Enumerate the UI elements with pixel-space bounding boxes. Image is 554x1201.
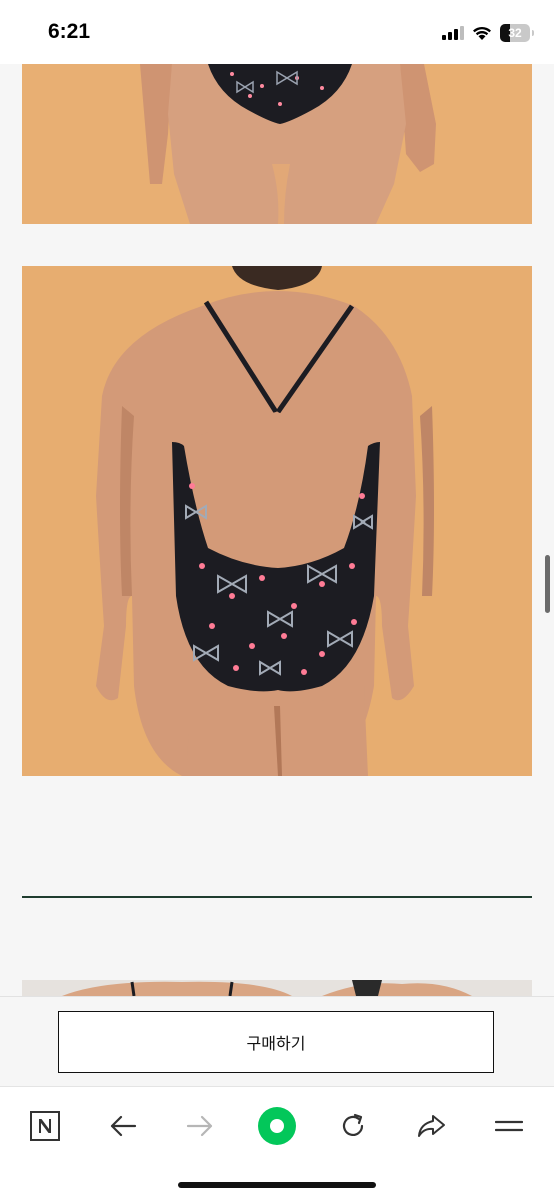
battery-cap — [532, 30, 534, 36]
reload-button[interactable] — [330, 1103, 376, 1149]
forward-button[interactable] — [177, 1103, 223, 1149]
status-icons: 32 — [442, 22, 534, 44]
menu-icon — [495, 1120, 523, 1132]
status-time: 6:21 — [48, 20, 91, 43]
share-button[interactable] — [408, 1103, 454, 1149]
back-arrow-icon — [110, 1115, 137, 1137]
back-button[interactable] — [100, 1103, 146, 1149]
product-photo-back — [22, 266, 532, 776]
menu-button[interactable] — [486, 1103, 532, 1149]
wifi-icon — [473, 26, 491, 40]
battery-icon: 32 — [500, 24, 534, 42]
product-detail-content[interactable] — [0, 64, 554, 996]
forward-arrow-icon — [186, 1115, 213, 1137]
product-photo-next — [22, 980, 532, 996]
naver-home-icon — [30, 1111, 60, 1141]
reload-icon — [342, 1113, 364, 1137]
section-divider — [22, 896, 532, 898]
battery-level: 32 — [508, 26, 522, 40]
purchase-bar: 구매하기 — [0, 996, 554, 1087]
product-photo-front-crop — [22, 64, 532, 224]
scrollbar-thumb[interactable] — [545, 555, 550, 613]
home-indicator[interactable] — [178, 1182, 376, 1188]
green-dot-button[interactable] — [254, 1103, 300, 1149]
status-bar: 6:21 32 — [0, 0, 554, 64]
purchase-button[interactable]: 구매하기 — [58, 1011, 494, 1073]
cellular-signal-icon — [442, 26, 464, 40]
share-icon — [418, 1115, 445, 1137]
green-dot-icon — [258, 1107, 296, 1145]
naver-home-button[interactable] — [22, 1103, 68, 1149]
